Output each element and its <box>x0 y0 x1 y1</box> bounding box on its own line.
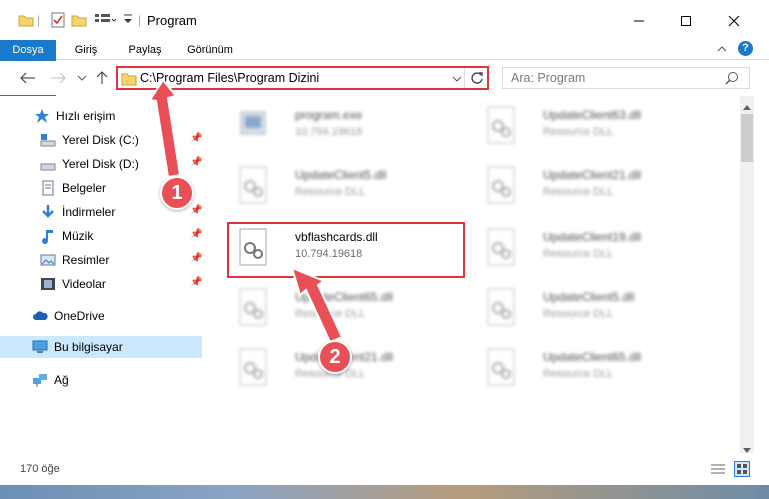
arrow-1 <box>148 78 182 179</box>
annotation-layer <box>148 78 344 344</box>
arrow-2 <box>290 266 344 344</box>
step-1-badge: 1 <box>160 176 194 210</box>
step-2-badge: 2 <box>318 340 352 374</box>
